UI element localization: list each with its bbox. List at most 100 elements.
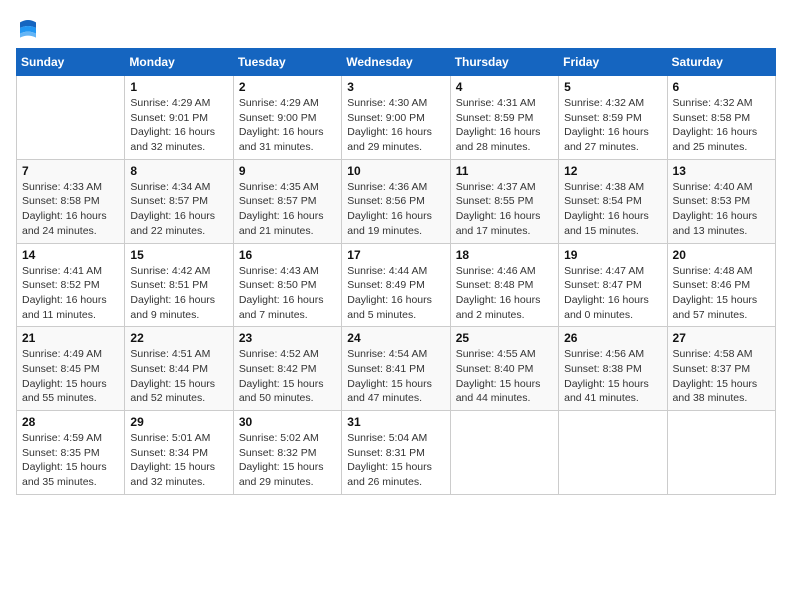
calendar-week-row: 7Sunrise: 4:33 AM Sunset: 8:58 PM Daylig… (17, 159, 776, 243)
day-info: Sunrise: 4:44 AM Sunset: 8:49 PM Dayligh… (347, 264, 444, 323)
day-number: 18 (456, 248, 553, 262)
day-info: Sunrise: 4:42 AM Sunset: 8:51 PM Dayligh… (130, 264, 227, 323)
calendar-cell: 12 Sunrise: 4:38 AM Sunset: 8:54 PM Dayli… (559, 159, 667, 243)
calendar-cell: 21 Sunrise: 4:49 AM Sunset: 8:45 PM Dayli… (17, 327, 125, 411)
day-info: Sunrise: 4:30 AM Sunset: 9:00 PM Dayligh… (347, 96, 444, 155)
day-number: 16 (239, 248, 336, 262)
day-number: 8 (130, 164, 227, 178)
day-number: 25 (456, 331, 553, 345)
day-info: Sunrise: 4:48 AM Sunset: 8:46 PM Dayligh… (673, 264, 770, 323)
day-info: Sunrise: 4:36 AM Sunset: 8:56 PM Dayligh… (347, 180, 444, 239)
calendar-cell (559, 411, 667, 495)
calendar-cell: 29 Sunrise: 5:01 AM Sunset: 8:34 PM Dayli… (125, 411, 233, 495)
calendar-cell: 11Sunrise: 4:37 AM Sunset: 8:55 PM Dayli… (450, 159, 558, 243)
calendar-cell: 14 Sunrise: 4:41 AM Sunset: 8:52 PM Dayli… (17, 243, 125, 327)
day-number: 23 (239, 331, 336, 345)
day-info: Sunrise: 4:56 AM Sunset: 8:38 PM Dayligh… (564, 347, 661, 406)
day-number: 12 (564, 164, 661, 178)
calendar-cell: 31 Sunrise: 5:04 AM Sunset: 8:31 PM Dayli… (342, 411, 450, 495)
calendar-cell: 27 Sunrise: 4:58 AM Sunset: 8:37 PM Dayli… (667, 327, 775, 411)
day-number: 13 (673, 164, 770, 178)
day-info: Sunrise: 4:43 AM Sunset: 8:50 PM Dayligh… (239, 264, 336, 323)
day-number: 30 (239, 415, 336, 429)
day-info: Sunrise: 4:35 AM Sunset: 8:57 PM Dayligh… (239, 180, 336, 239)
day-number: 10 (347, 164, 444, 178)
calendar-cell: 10 Sunrise: 4:36 AM Sunset: 8:56 PM Dayli… (342, 159, 450, 243)
day-number: 14 (22, 248, 119, 262)
calendar-cell: 7Sunrise: 4:33 AM Sunset: 8:58 PM Daylig… (17, 159, 125, 243)
day-number: 7 (22, 164, 119, 178)
day-info: Sunrise: 5:01 AM Sunset: 8:34 PM Dayligh… (130, 431, 227, 490)
calendar-cell: 16 Sunrise: 4:43 AM Sunset: 8:50 PM Dayli… (233, 243, 341, 327)
day-info: Sunrise: 4:52 AM Sunset: 8:42 PM Dayligh… (239, 347, 336, 406)
calendar-cell: 13 Sunrise: 4:40 AM Sunset: 8:53 PM Dayli… (667, 159, 775, 243)
calendar-cell: 25 Sunrise: 4:55 AM Sunset: 8:40 PM Dayli… (450, 327, 558, 411)
weekday-header-thursday: Thursday (450, 49, 558, 76)
calendar-week-row: 1 Sunrise: 4:29 AM Sunset: 9:01 PM Daylig… (17, 76, 776, 160)
calendar-cell (17, 76, 125, 160)
day-info: Sunrise: 4:47 AM Sunset: 8:47 PM Dayligh… (564, 264, 661, 323)
calendar-cell: 17 Sunrise: 4:44 AM Sunset: 8:49 PM Dayli… (342, 243, 450, 327)
day-number: 4 (456, 80, 553, 94)
day-number: 26 (564, 331, 661, 345)
day-info: Sunrise: 5:02 AM Sunset: 8:32 PM Dayligh… (239, 431, 336, 490)
day-info: Sunrise: 4:46 AM Sunset: 8:48 PM Dayligh… (456, 264, 553, 323)
day-number: 1 (130, 80, 227, 94)
day-info: Sunrise: 4:40 AM Sunset: 8:53 PM Dayligh… (673, 180, 770, 239)
calendar-cell: 19Sunrise: 4:47 AM Sunset: 8:47 PM Dayli… (559, 243, 667, 327)
weekday-header-wednesday: Wednesday (342, 49, 450, 76)
day-number: 27 (673, 331, 770, 345)
weekday-header-friday: Friday (559, 49, 667, 76)
day-info: Sunrise: 4:55 AM Sunset: 8:40 PM Dayligh… (456, 347, 553, 406)
day-info: Sunrise: 4:34 AM Sunset: 8:57 PM Dayligh… (130, 180, 227, 239)
logo-icon (16, 16, 40, 40)
day-info: Sunrise: 4:29 AM Sunset: 9:00 PM Dayligh… (239, 96, 336, 155)
calendar-cell: 24 Sunrise: 4:54 AM Sunset: 8:41 PM Dayli… (342, 327, 450, 411)
day-number: 21 (22, 331, 119, 345)
weekday-header-row: SundayMondayTuesdayWednesdayThursdayFrid… (17, 49, 776, 76)
day-number: 20 (673, 248, 770, 262)
calendar-cell: 15 Sunrise: 4:42 AM Sunset: 8:51 PM Dayli… (125, 243, 233, 327)
weekday-header-monday: Monday (125, 49, 233, 76)
day-number: 11 (456, 164, 553, 178)
day-number: 28 (22, 415, 119, 429)
day-number: 15 (130, 248, 227, 262)
weekday-header-saturday: Saturday (667, 49, 775, 76)
day-number: 9 (239, 164, 336, 178)
day-number: 24 (347, 331, 444, 345)
calendar-cell: 6 Sunrise: 4:32 AM Sunset: 8:58 PM Daylig… (667, 76, 775, 160)
calendar-cell: 18 Sunrise: 4:46 AM Sunset: 8:48 PM Dayli… (450, 243, 558, 327)
calendar-week-row: 14 Sunrise: 4:41 AM Sunset: 8:52 PM Dayli… (17, 243, 776, 327)
calendar-cell: 23 Sunrise: 4:52 AM Sunset: 8:42 PM Dayli… (233, 327, 341, 411)
day-number: 2 (239, 80, 336, 94)
day-info: Sunrise: 4:38 AM Sunset: 8:54 PM Dayligh… (564, 180, 661, 239)
calendar-cell: 22Sunrise: 4:51 AM Sunset: 8:44 PM Dayli… (125, 327, 233, 411)
calendar-cell: 8 Sunrise: 4:34 AM Sunset: 8:57 PM Daylig… (125, 159, 233, 243)
calendar-week-row: 28 Sunrise: 4:59 AM Sunset: 8:35 PM Dayli… (17, 411, 776, 495)
calendar-cell: 1 Sunrise: 4:29 AM Sunset: 9:01 PM Daylig… (125, 76, 233, 160)
day-info: Sunrise: 4:41 AM Sunset: 8:52 PM Dayligh… (22, 264, 119, 323)
day-info: Sunrise: 5:04 AM Sunset: 8:31 PM Dayligh… (347, 431, 444, 490)
day-info: Sunrise: 4:59 AM Sunset: 8:35 PM Dayligh… (22, 431, 119, 490)
day-number: 31 (347, 415, 444, 429)
calendar-cell: 28 Sunrise: 4:59 AM Sunset: 8:35 PM Dayli… (17, 411, 125, 495)
day-info: Sunrise: 4:49 AM Sunset: 8:45 PM Dayligh… (22, 347, 119, 406)
calendar-cell: 4Sunrise: 4:31 AM Sunset: 8:59 PM Daylig… (450, 76, 558, 160)
day-number: 17 (347, 248, 444, 262)
calendar-cell: 5 Sunrise: 4:32 AM Sunset: 8:59 PM Daylig… (559, 76, 667, 160)
day-info: Sunrise: 4:32 AM Sunset: 8:59 PM Dayligh… (564, 96, 661, 155)
calendar-cell: 3Sunrise: 4:30 AM Sunset: 9:00 PM Daylig… (342, 76, 450, 160)
day-number: 29 (130, 415, 227, 429)
day-number: 5 (564, 80, 661, 94)
calendar-cell (667, 411, 775, 495)
calendar-cell: 20 Sunrise: 4:48 AM Sunset: 8:46 PM Dayli… (667, 243, 775, 327)
day-info: Sunrise: 4:58 AM Sunset: 8:37 PM Dayligh… (673, 347, 770, 406)
calendar-cell (450, 411, 558, 495)
day-info: Sunrise: 4:32 AM Sunset: 8:58 PM Dayligh… (673, 96, 770, 155)
day-info: Sunrise: 4:29 AM Sunset: 9:01 PM Dayligh… (130, 96, 227, 155)
day-info: Sunrise: 4:54 AM Sunset: 8:41 PM Dayligh… (347, 347, 444, 406)
calendar-week-row: 21 Sunrise: 4:49 AM Sunset: 8:45 PM Dayli… (17, 327, 776, 411)
weekday-header-sunday: Sunday (17, 49, 125, 76)
day-number: 6 (673, 80, 770, 94)
header (16, 16, 776, 40)
